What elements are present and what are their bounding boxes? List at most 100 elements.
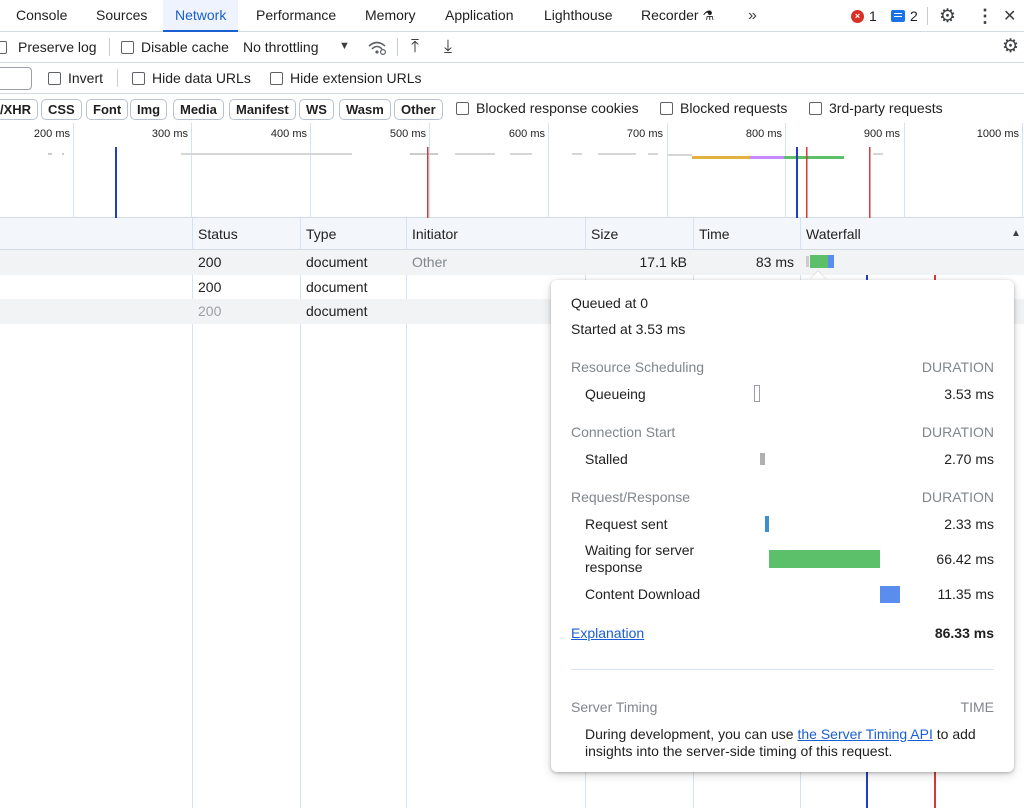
column-header-time[interactable]: Time xyxy=(694,218,730,250)
chevron-down-icon[interactable]: ▼ xyxy=(339,40,350,52)
network-conditions-icon[interactable] xyxy=(367,40,387,56)
filter-bar: Invert Hide data URLs Hide extension URL… xyxy=(0,63,1024,94)
hide-data-urls-checkbox[interactable] xyxy=(132,72,145,85)
disable-cache-checkbox[interactable] xyxy=(121,41,134,54)
timing-popover: Queued at 0 Started at 3.53 ms Resource … xyxy=(551,280,1014,772)
column-header-status[interactable]: Status xyxy=(193,218,238,250)
tab-application[interactable]: Application xyxy=(433,0,526,32)
type-chip-manifest[interactable]: Manifest xyxy=(229,99,296,120)
server-timing-title: Server Timing xyxy=(571,699,658,715)
tab-recorder[interactable]: Recorder ⚗ xyxy=(629,0,726,32)
column-header-initiator[interactable]: Initiator xyxy=(407,218,458,250)
blocked-cookies-checkbox[interactable] xyxy=(456,102,469,115)
type-chip-wasm[interactable]: Wasm xyxy=(339,99,391,120)
server-timing-text-line1: During development, you can use the Serv… xyxy=(585,726,976,742)
explanation-link[interactable]: Explanation xyxy=(571,625,644,641)
errors-count: 1 xyxy=(869,8,877,24)
tab-performance[interactable]: Performance xyxy=(244,0,348,32)
row-time: 83 ms xyxy=(755,254,794,270)
type-filter-bar: /XHR CSS Font Img Media Manifest WS Wasm… xyxy=(0,94,1024,123)
type-chip-other[interactable]: Other xyxy=(394,99,443,120)
content-download-label: Content Download xyxy=(585,586,701,602)
stalled-label: Stalled xyxy=(585,451,628,467)
third-party-label[interactable]: 3rd-party requests xyxy=(829,100,943,116)
request-sent-bar xyxy=(765,516,769,532)
waterfall-waiting-bar[interactable] xyxy=(810,255,828,268)
request-sent-label: Request sent xyxy=(585,516,668,532)
waiting-label-line1: Waiting for server xyxy=(585,542,695,558)
row-size: 17.1 kB xyxy=(639,254,687,270)
type-chip-css[interactable]: CSS xyxy=(41,99,82,120)
tab-network[interactable]: Network xyxy=(163,0,239,32)
preserve-log-checkbox[interactable] xyxy=(0,41,7,54)
type-chip-font[interactable]: Font xyxy=(86,99,129,120)
messages-count: 2 xyxy=(910,8,918,24)
third-party-checkbox[interactable] xyxy=(809,102,822,115)
network-settings-icon[interactable]: ⚙ xyxy=(1002,35,1019,58)
tab-recorder-label: Recorder xyxy=(641,7,699,23)
settings-gear-icon[interactable]: ⚙ xyxy=(939,0,956,32)
queueing-label: Queueing xyxy=(585,386,646,402)
column-header-size[interactable]: Size xyxy=(586,218,618,250)
tab-lighthouse[interactable]: Lighthouse xyxy=(532,0,625,32)
waterfall-stall-bar xyxy=(806,256,809,267)
kebab-menu-icon[interactable]: ⋮ xyxy=(976,0,994,32)
toolbar-divider xyxy=(397,38,398,56)
type-chip-ws[interactable]: WS xyxy=(299,99,334,120)
type-chip-media[interactable]: Media xyxy=(173,99,224,120)
preserve-log-label[interactable]: Preserve log xyxy=(18,39,97,55)
row-type: document xyxy=(306,303,368,319)
tab-sources[interactable]: Sources xyxy=(84,0,159,32)
hide-extension-urls-checkbox[interactable] xyxy=(270,72,283,85)
errors-counter[interactable]: × 1 xyxy=(851,0,877,32)
queueing-bar xyxy=(754,385,760,402)
toolbar-divider xyxy=(109,38,110,56)
invert-checkbox[interactable] xyxy=(48,72,61,85)
throttling-select[interactable]: No throttling xyxy=(243,39,318,55)
blocked-cookies-label[interactable]: Blocked response cookies xyxy=(476,100,639,116)
row-type: document xyxy=(306,279,368,295)
stalled-bar xyxy=(760,453,765,465)
started-at-text: Started at 3.53 ms xyxy=(571,321,686,337)
server-timing-suffix: to add xyxy=(932,726,976,742)
flask-icon: ⚗ xyxy=(702,8,715,23)
waiting-label-line2: response xyxy=(585,559,643,575)
more-tabs-icon[interactable]: » xyxy=(736,0,769,32)
server-timing-prefix: During development, you can use xyxy=(585,726,798,742)
network-overview[interactable]: 200 ms 300 ms 400 ms 500 ms 600 ms 700 m… xyxy=(0,123,1024,218)
blocked-requests-checkbox[interactable] xyxy=(660,102,673,115)
section-request-response: Request/Response xyxy=(571,489,691,505)
filter-input[interactable] xyxy=(0,67,32,90)
disable-cache-label[interactable]: Disable cache xyxy=(141,39,229,55)
column-header-waterfall[interactable]: Waterfall xyxy=(801,218,861,250)
close-devtools-icon[interactable]: ✕ xyxy=(1003,0,1016,32)
export-har-icon[interactable]: ⤓ xyxy=(444,36,452,57)
filter-divider xyxy=(117,69,118,87)
row-status: 200 xyxy=(198,279,222,295)
sort-ascending-icon[interactable]: ▲ xyxy=(1006,218,1021,250)
invert-label[interactable]: Invert xyxy=(68,70,103,86)
blocked-requests-label[interactable]: Blocked requests xyxy=(680,100,787,116)
message-icon xyxy=(891,10,905,22)
row-status: 200 xyxy=(198,303,222,319)
request-sent-value: 2.33 ms xyxy=(944,516,994,532)
tab-memory[interactable]: Memory xyxy=(353,0,428,32)
type-chip-xhr[interactable]: /XHR xyxy=(0,99,39,120)
row-type: document xyxy=(306,254,368,270)
hide-extension-urls-label[interactable]: Hide extension URLs xyxy=(290,70,422,86)
server-timing-api-link[interactable]: the Server Timing API xyxy=(797,726,932,742)
type-chip-img[interactable]: Img xyxy=(130,99,168,120)
waiting-value: 66.42 ms xyxy=(936,551,994,567)
table-row[interactable]: 200 document Other 17.1 kB 83 ms xyxy=(0,250,1024,275)
import-har-icon[interactable]: ⤒ xyxy=(411,36,419,57)
tabbar-divider xyxy=(927,7,928,25)
content-download-bar xyxy=(880,586,900,603)
requests-table-header: Status Type Initiator Size Time Waterfal… xyxy=(0,218,1024,250)
hide-data-urls-label[interactable]: Hide data URLs xyxy=(152,70,251,86)
column-header-type[interactable]: Type xyxy=(301,218,336,250)
tab-console[interactable]: Console xyxy=(4,0,79,32)
queued-at-text: Queued at 0 xyxy=(571,295,649,311)
waterfall-download-bar[interactable] xyxy=(828,255,834,268)
messages-counter[interactable]: 2 xyxy=(891,0,918,32)
network-toolbar: Preserve log Disable cache No throttling… xyxy=(0,32,1024,63)
